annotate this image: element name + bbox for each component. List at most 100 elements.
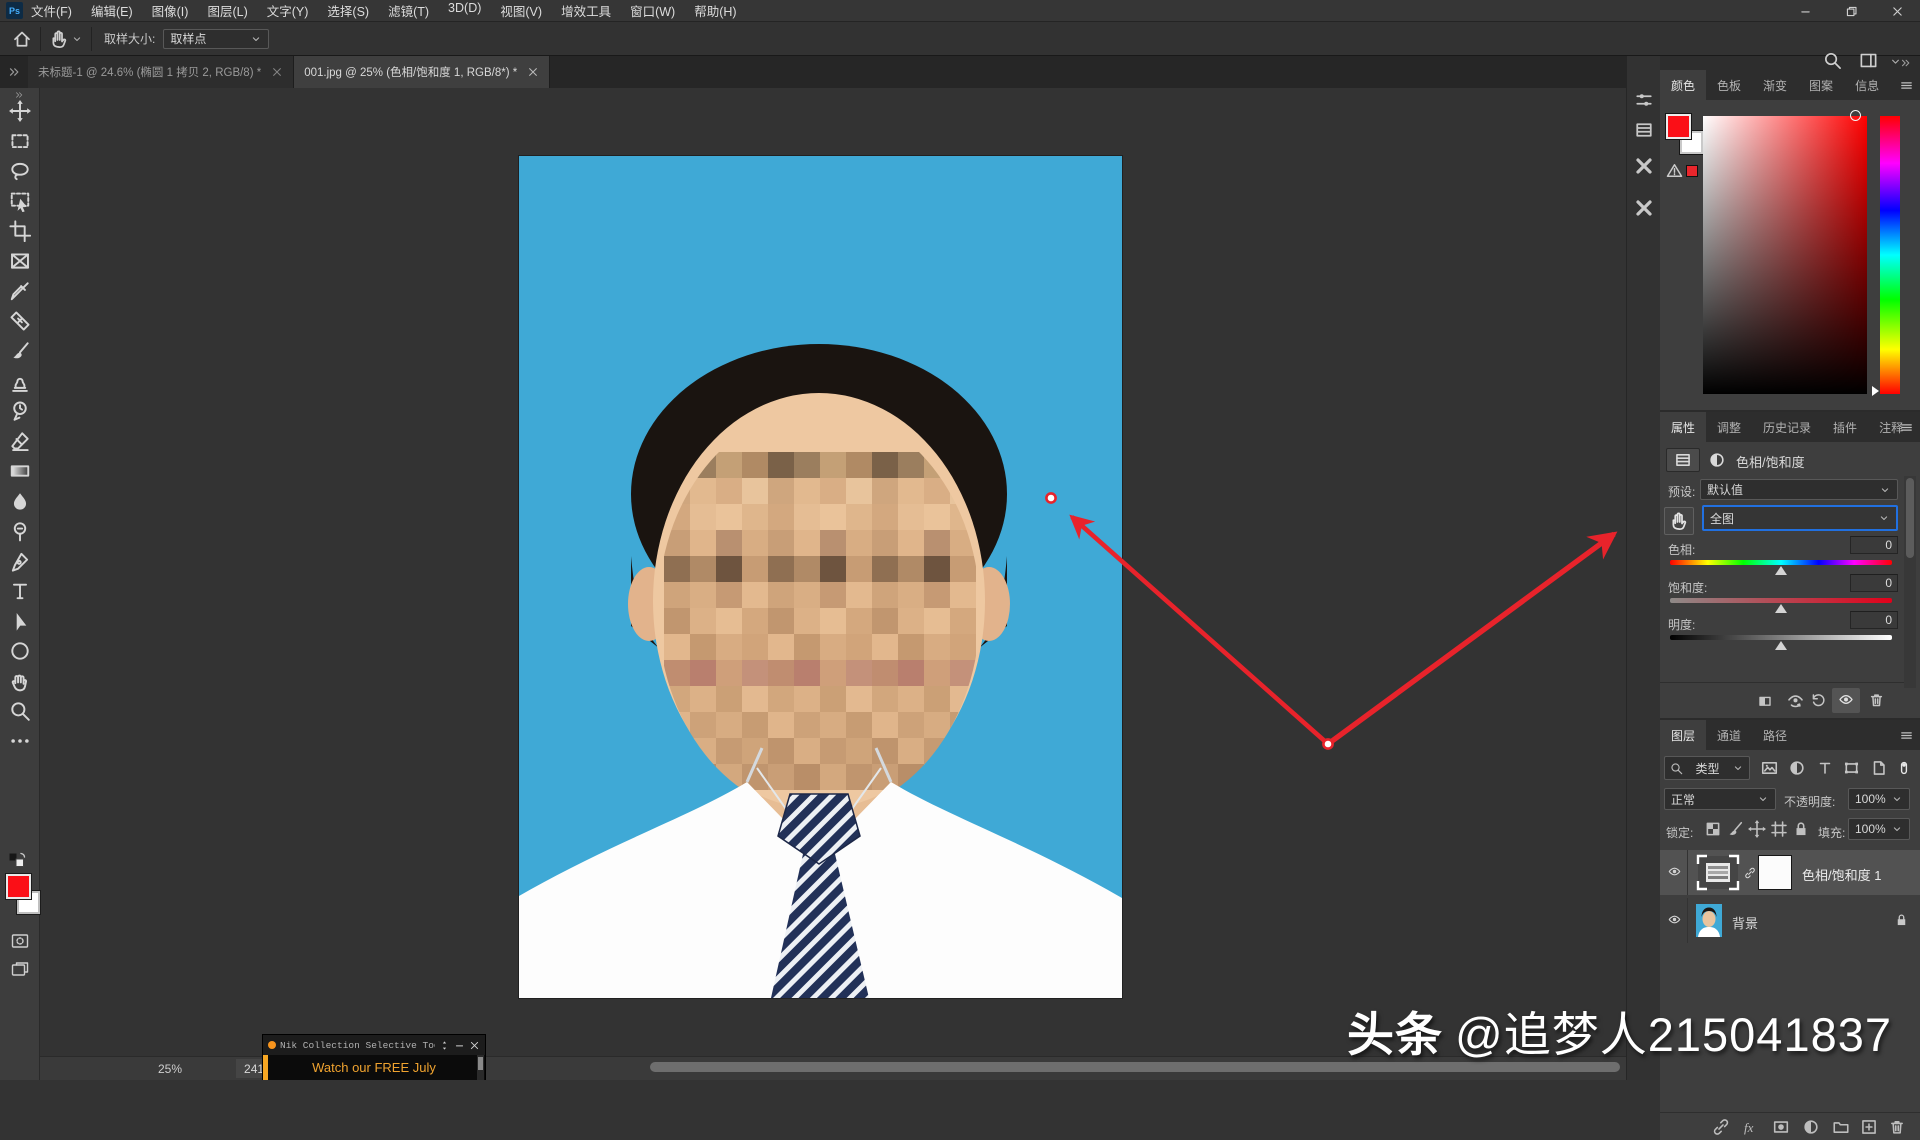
filter-toggle-pill[interactable] [1896,757,1912,779]
panel-menu-icon[interactable] [1899,420,1914,435]
zoom-level[interactable]: 25% [158,1062,182,1076]
tab-gradients[interactable]: 渐变 [1752,70,1798,100]
saturation-slider-thumb[interactable] [1775,604,1787,613]
clip-to-layer-icon[interactable] [1756,693,1774,709]
new-layer-icon[interactable] [1860,1118,1878,1136]
screen-mode-icon[interactable] [10,960,30,980]
nik-title-bar[interactable]: Nik Collection Selective Tool [263,1035,485,1055]
photo-canvas[interactable] [519,156,1122,998]
new-group-icon[interactable] [1832,1118,1850,1136]
masks-button[interactable] [1666,448,1700,472]
move-tool[interactable] [9,100,31,122]
layer-style-fx-icon[interactable]: fx [1742,1118,1760,1136]
filter-smart-object-icon[interactable] [1870,759,1888,777]
background-layer-thumbnail[interactable] [1696,904,1722,937]
eye-icon[interactable] [1666,913,1683,926]
sample-size-select[interactable]: 取样点 [163,28,270,49]
hue-slider-thumb[interactable] [1775,566,1787,575]
object-selection-tool[interactable] [9,190,31,212]
filter-image-icon[interactable] [1760,759,1779,777]
tab-info[interactable]: 信息 [1844,70,1890,100]
layer-row-hue-saturation[interactable]: 色相/饱和度 1 [1660,850,1920,895]
pen-tool[interactable] [9,550,31,572]
filter-adjustment-icon[interactable] [1788,759,1806,777]
mask-link-icon[interactable] [1744,864,1756,882]
lock-artboard-icon[interactable] [1770,820,1788,838]
tool-preset-button[interactable] [49,29,69,49]
adjustment-layer-thumbnail[interactable] [1694,854,1742,891]
add-mask-icon[interactable] [1772,1118,1790,1136]
tab-paths[interactable]: 路径 [1752,720,1798,750]
hue-strip[interactable] [1880,116,1900,394]
menu-图层[interactable]: 图层(L) [207,1,247,20]
tab-color[interactable]: 颜色 [1660,70,1707,100]
nik-close-icon[interactable] [469,1040,480,1051]
reset-adjustment-icon[interactable] [1810,692,1827,709]
gamut-warning-icon[interactable] [1666,162,1683,179]
menu-增效工具[interactable]: 增效工具 [561,1,611,20]
hue-value[interactable]: 0 [1850,536,1898,554]
history-brush-tool[interactable] [9,400,31,422]
hue-slider[interactable] [1670,560,1892,565]
filter-type-icon[interactable] [1816,759,1834,777]
preset-select[interactable]: 默认值 [1700,479,1898,500]
gamut-color-chip[interactable] [1686,165,1698,177]
panel-menu-icon[interactable] [1899,728,1914,743]
saturation-slider[interactable] [1670,598,1892,603]
eye-icon[interactable] [1666,865,1683,878]
tab-plugins[interactable]: 插件 [1822,412,1868,442]
close-tab-icon[interactable] [527,66,539,78]
toggle-visibility-button[interactable] [1832,688,1860,713]
menu-文字[interactable]: 文字(Y) [267,1,309,20]
lock-position-icon[interactable] [1748,820,1766,838]
targeted-adjustment-button[interactable] [1664,507,1694,535]
menu-文件[interactable]: 文件(F) [31,1,72,20]
lock-transparency-icon[interactable] [1704,820,1722,838]
chevron-down-icon[interactable] [1889,55,1902,68]
new-adjustment-layer-icon[interactable] [1802,1118,1820,1136]
layer-row-background[interactable]: 背景 [1660,898,1920,943]
lightness-slider-thumb[interactable] [1775,641,1787,650]
home-button[interactable] [12,29,32,49]
menu-图像[interactable]: 图像(I) [152,1,189,20]
gradient-tool[interactable] [9,460,31,482]
opacity-select[interactable]: 100% [1848,788,1910,810]
minimize-button[interactable] [1782,0,1828,22]
frame-tool[interactable] [9,250,31,272]
close-tab-icon[interactable] [271,66,283,78]
blend-mode-select[interactable]: 正常 [1664,788,1776,810]
chevron-down-icon[interactable] [71,33,83,45]
foreground-color-swatch[interactable] [1665,113,1692,140]
saturation-value[interactable]: 0 [1850,574,1898,592]
lightness-slider[interactable] [1670,635,1892,640]
nik-scrollbar[interactable] [477,1055,484,1080]
color-field-marker[interactable] [1850,110,1861,121]
panel-icon-properties[interactable] [1634,90,1654,110]
close-button[interactable] [1874,0,1920,22]
tab-layers[interactable]: 图层 [1660,720,1707,750]
restore-button[interactable] [1828,0,1874,22]
nik-message-link[interactable]: Watch our FREE July [312,1060,436,1075]
menu-3D[interactable]: 3D(D) [448,1,481,20]
zoom-tool[interactable] [9,700,31,722]
type-tool[interactable] [9,580,31,602]
saturation-brightness-field[interactable] [1703,116,1867,394]
nik-minimize-icon[interactable] [454,1040,465,1051]
quick-mask-mode-icon[interactable] [10,931,30,951]
lock-pixels-icon[interactable] [1726,820,1744,838]
dodge-tool[interactable] [9,520,31,542]
channel-select[interactable]: 全图 [1702,505,1898,531]
eyedropper-tool[interactable] [9,280,31,302]
eraser-tool[interactable] [9,430,31,452]
panel-scrollbar[interactable] [1904,476,1916,688]
lock-all-icon[interactable] [1792,820,1810,838]
lightness-value[interactable]: 0 [1850,611,1898,629]
document-tab-untitled[interactable]: 未标题-1 @ 24.6% (椭圆 1 拷贝 2, RGB/8) * [28,56,295,88]
hue-strip-marker[interactable] [1872,386,1879,396]
menu-窗口[interactable]: 窗口(W) [630,1,675,20]
delete-adjustment-icon[interactable] [1868,691,1885,709]
menu-视图[interactable]: 视图(V) [500,1,542,20]
clone-stamp-tool[interactable] [9,370,31,392]
document-tab-001jpg[interactable]: 001.jpg @ 25% (色相/饱和度 1, RGB/8*) * [294,56,551,88]
menu-帮助[interactable]: 帮助(H) [694,1,736,20]
